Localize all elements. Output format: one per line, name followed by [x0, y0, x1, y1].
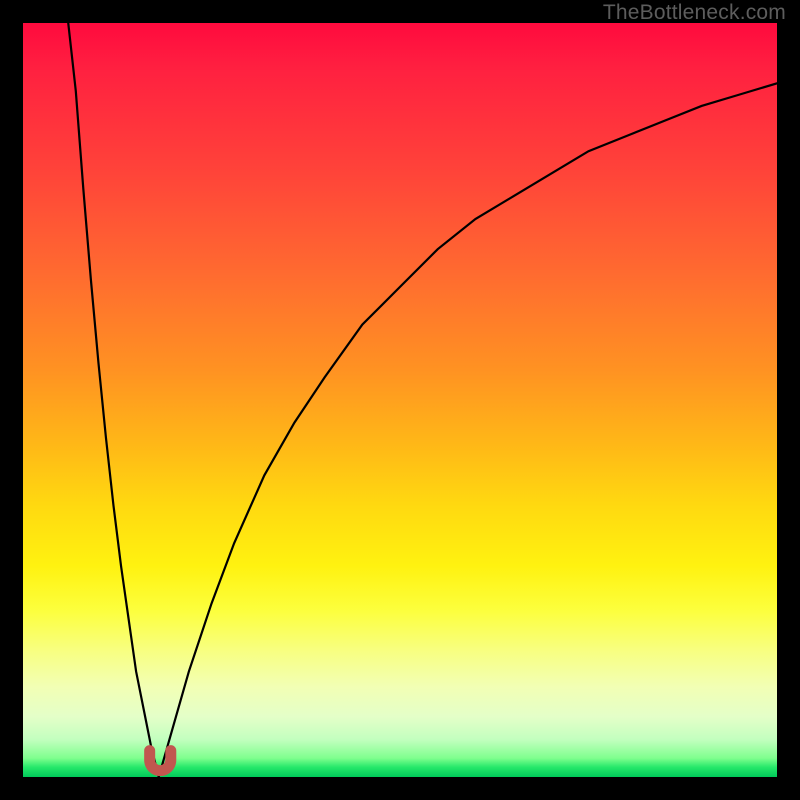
plot-area — [23, 23, 777, 777]
watermark-text: TheBottleneck.com — [603, 1, 786, 25]
chart-frame: TheBottleneck.com — [0, 0, 800, 800]
curve-layer — [23, 23, 777, 777]
right-branch-curve — [159, 83, 777, 777]
notch-marker — [150, 751, 171, 771]
left-branch-curve — [68, 23, 158, 777]
